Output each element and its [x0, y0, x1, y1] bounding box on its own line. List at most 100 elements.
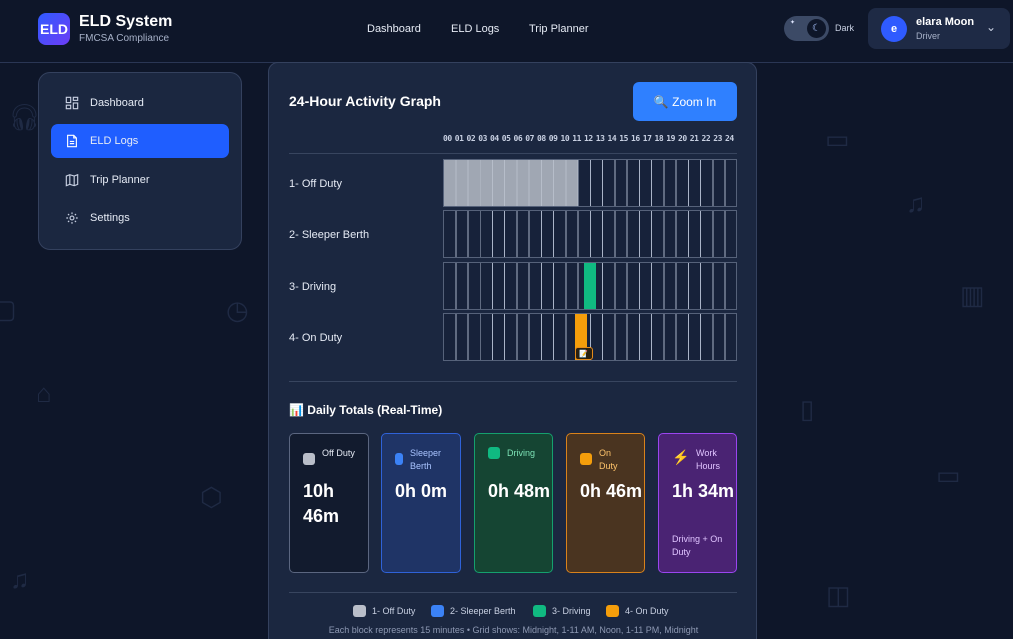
- phone-icon: ▯: [800, 394, 815, 424]
- legend-driving: 3- Driving: [533, 605, 591, 617]
- logo[interactable]: ELD: [38, 13, 70, 45]
- card-value: 0h 0m: [395, 481, 448, 501]
- card-value: 1h 34m: [672, 481, 735, 501]
- graph-title: 24-Hour Activity Graph: [289, 93, 441, 109]
- lightning-icon: ⚡: [672, 449, 690, 465]
- card-value: 10h 46m: [303, 481, 340, 526]
- legend-off-duty: 1- Off Duty: [353, 605, 415, 617]
- sidebar-item-settings[interactable]: Settings: [51, 201, 229, 235]
- home-icon: ⌂: [36, 378, 52, 408]
- legend-on-duty: 4- On Duty: [606, 605, 669, 617]
- legend-label: 4- On Duty: [625, 606, 669, 616]
- sidebar: Dashboard ELD Logs Trip Planner Settings: [38, 72, 242, 250]
- track-on-duty[interactable]: 📝: [443, 313, 737, 361]
- hour-label: 03: [478, 134, 487, 143]
- activity-segment: [583, 263, 597, 309]
- note-marker-icon[interactable]: 📝: [574, 347, 593, 360]
- divider: [289, 153, 737, 154]
- card-label: Sleeper Berth: [410, 448, 442, 471]
- legend-swatch: [353, 605, 366, 617]
- total-card-sleeper-berth: Sleeper Berth 0h 0m: [381, 433, 461, 573]
- sidebar-item-label: Dashboard: [90, 97, 144, 109]
- user-role: Driver: [916, 31, 940, 41]
- card-label: Off Duty: [322, 448, 355, 458]
- hour-label: 17: [642, 134, 652, 143]
- swatch: [395, 453, 403, 465]
- hour-label: 16: [631, 134, 640, 143]
- activity-segment: [444, 160, 578, 206]
- gear-icon: [66, 212, 78, 224]
- hour-label: 01: [454, 134, 464, 143]
- document-icon: [67, 134, 77, 148]
- hour-label: 13: [595, 134, 605, 143]
- chevron-down-icon: ⌄: [986, 20, 997, 34]
- totals-title: 📊 Daily Totals (Real-Time): [289, 403, 443, 417]
- sidebar-item-dashboard[interactable]: Dashboard: [51, 86, 229, 120]
- total-card-work-hours: ⚡ Work Hours 1h 34m Driving + On Duty: [658, 433, 737, 573]
- total-card-on-duty: On Duty 0h 46m: [566, 433, 645, 573]
- footnote: Each block represents 15 minutes • Grid …: [328, 625, 699, 635]
- swatch: [580, 453, 592, 465]
- music-icon: ♫: [10, 564, 30, 594]
- card-value: 0h 46m: [580, 481, 643, 501]
- hour-label: 24: [725, 134, 734, 143]
- package-icon: ⬡: [200, 482, 223, 512]
- activity-panel: 24-Hour Activity Graph 🔍 Zoom In 00 01 02 0…: [268, 62, 757, 639]
- user-name: elara Moon: [916, 16, 975, 28]
- brand-title: ELD System: [79, 13, 173, 30]
- hour-label: 04: [490, 134, 499, 143]
- row-label-off-duty: 1- Off Duty: [289, 178, 342, 190]
- laptop-icon: ▭: [825, 124, 850, 154]
- total-card-driving: Driving 0h 48m: [474, 433, 553, 573]
- total-card-off-duty: Off Duty 10h 46m: [289, 433, 369, 573]
- sidebar-item-trip-planner[interactable]: Trip Planner: [51, 163, 229, 197]
- hour-label: 10: [560, 134, 570, 143]
- track-sleeper-berth[interactable]: [443, 210, 737, 258]
- map-icon: [65, 173, 79, 187]
- bag-icon: ◫: [826, 580, 851, 610]
- topnav-dashboard[interactable]: Dashboard: [367, 23, 421, 35]
- card-label: On Duty: [599, 448, 618, 471]
- card-label: Work Hours: [696, 448, 721, 471]
- topnav-eld-logs[interactable]: ELD Logs: [451, 23, 499, 35]
- theme-toggle[interactable]: ✦ ☾: [784, 16, 829, 41]
- divider: [289, 381, 737, 382]
- divider: [289, 592, 737, 593]
- track-driving[interactable]: [443, 262, 737, 310]
- box-icon: ▢: [0, 294, 17, 324]
- avatar: e: [881, 16, 907, 42]
- row-label-driving: 3- Driving: [289, 281, 337, 293]
- hour-label: 08: [537, 134, 546, 143]
- music-note-icon: ♫: [906, 188, 926, 218]
- hour-label: 15: [619, 134, 628, 143]
- hour-label: 12: [584, 134, 593, 143]
- sidebar-item-label: ELD Logs: [90, 135, 139, 147]
- laptop-bg-icon: ▭: [936, 460, 961, 490]
- legend-sleeper-berth: 2- Sleeper Berth: [431, 605, 516, 617]
- brand-subtitle: FMCSA Compliance: [79, 33, 170, 44]
- hour-labels: 00 01 02 03 04 05 06 07 08 09 10 11 12 13 14 15 16 17 18 19…: [443, 134, 737, 146]
- track-off-duty[interactable]: [443, 159, 737, 207]
- legend-swatch: [431, 605, 444, 617]
- hour-label: 06: [513, 134, 523, 143]
- hour-label: 02: [466, 134, 476, 143]
- card-value: 0h 48m: [488, 481, 551, 501]
- moon-icon: ☾: [807, 19, 826, 38]
- hour-label: 20: [678, 134, 687, 143]
- zoom-in-button[interactable]: 🔍 Zoom In: [633, 82, 737, 121]
- card-label: Driving: [507, 448, 536, 458]
- topnav-trip-planner[interactable]: Trip Planner: [529, 23, 589, 35]
- hour-label: 00: [443, 134, 452, 143]
- hour-label: 14: [607, 134, 617, 143]
- headphones-icon: 🎧︎: [8, 102, 42, 132]
- theme-label: Dark: [835, 23, 855, 33]
- hour-label: 07: [525, 134, 534, 143]
- user-menu[interactable]: e elara Moon Driver ⌄: [868, 8, 1010, 49]
- hour-label: 21: [689, 134, 699, 143]
- card-note: Driving + On Duty: [672, 534, 723, 557]
- hour-label: 18: [654, 134, 664, 143]
- hour-label: 23: [713, 134, 722, 143]
- legend-label: 2- Sleeper Berth: [450, 606, 516, 616]
- sidebar-item-eld-logs[interactable]: ELD Logs: [51, 124, 229, 158]
- hour-label: 05: [501, 134, 511, 143]
